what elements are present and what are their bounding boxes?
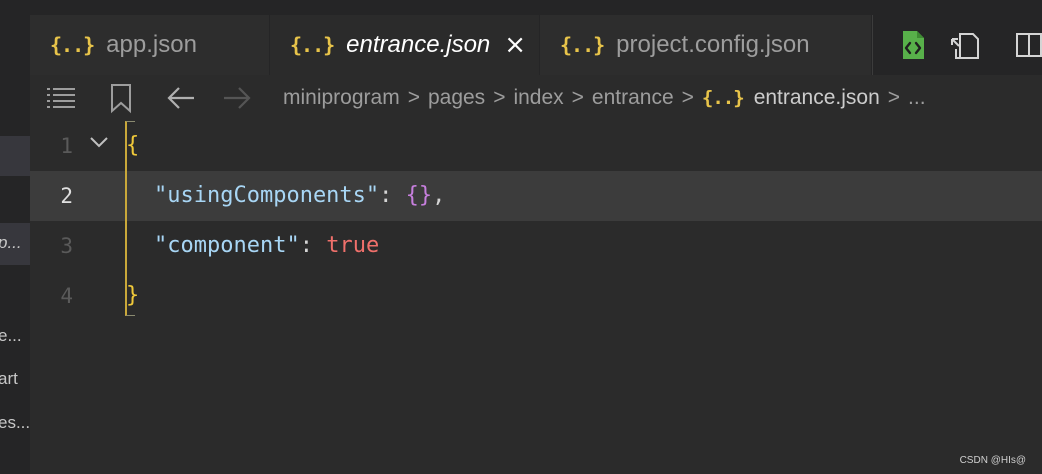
line-number: 3 — [60, 234, 73, 258]
code-text: "component": true — [154, 221, 379, 271]
breadcrumb-separator: > — [887, 86, 901, 109]
json-key: "component" — [154, 233, 300, 258]
tab-app-json[interactable]: {..} app.json — [30, 15, 270, 75]
json-value: {} — [405, 183, 433, 208]
code-line-1[interactable]: 1 { — [30, 121, 1042, 171]
code-line-4[interactable]: 4 } — [30, 271, 1042, 321]
json-comma: , — [432, 183, 446, 208]
breadcrumb-segment[interactable]: miniprogram — [283, 86, 400, 110]
preview-icon[interactable] — [949, 29, 981, 61]
close-icon[interactable]: × — [504, 32, 526, 58]
breadcrumb-separator: > — [407, 86, 420, 109]
tab-label: app.json — [106, 31, 197, 58]
breadcrumb-file[interactable]: entrance.json — [754, 86, 880, 110]
json-file-icon: {..} — [560, 33, 605, 57]
editor-window: p... e... art es... {..} app.json {..} e… — [0, 0, 1042, 474]
json-file-icon: {..} — [290, 33, 335, 57]
breadcrumb: miniprogram > pages > index > entrance >… — [283, 75, 926, 121]
json-value: true — [326, 233, 380, 258]
breadcrumb-separator: > — [571, 86, 584, 109]
code-editor[interactable]: 1 { 2 "usingComponents": {}, 3 "componen… — [30, 121, 1042, 474]
watermark: CSDN @HIs@ — [959, 455, 1026, 466]
explorer-panel-edge: p... e... art es... — [0, 0, 31, 474]
breadcrumb-bar: miniprogram > pages > index > entrance >… — [30, 75, 1042, 121]
breadcrumb-symbols[interactable]: ... — [908, 86, 926, 110]
tab-label: project.config.json — [616, 31, 810, 58]
explorer-row-highlight[interactable] — [0, 136, 30, 176]
forward-arrow-icon[interactable] — [220, 82, 254, 114]
json-colon: : — [379, 183, 406, 208]
explorer-item-fragment[interactable]: p... — [0, 233, 30, 253]
json-colon: : — [299, 233, 327, 258]
line-number: 1 — [60, 134, 73, 158]
back-arrow-icon[interactable] — [164, 82, 198, 114]
chevron-down-icon[interactable] — [88, 131, 110, 153]
open-source-file-icon[interactable] — [897, 29, 929, 61]
breadcrumb-segment[interactable]: entrance — [592, 86, 674, 110]
explorer-item-fragment[interactable]: art — [0, 369, 30, 389]
breadcrumb-separator: > — [681, 86, 694, 109]
editor-actions — [872, 15, 1042, 75]
tab-bar: {..} app.json {..} entrance.json × {..} … — [30, 0, 1042, 75]
bracket-match-guide — [125, 121, 135, 316]
line-number: 4 — [60, 284, 73, 308]
breadcrumb-segment[interactable]: pages — [428, 86, 485, 110]
explorer-item-fragment[interactable]: e... — [0, 326, 30, 346]
tab-project-config-json[interactable]: {..} project.config.json — [540, 15, 872, 75]
explorer-item-fragment[interactable]: es... — [0, 413, 30, 433]
tab-entrance-json[interactable]: {..} entrance.json × — [270, 15, 540, 75]
tab-label: entrance.json — [346, 31, 491, 58]
breadcrumb-segment[interactable]: index — [513, 86, 563, 110]
json-file-icon: {..} — [50, 33, 95, 57]
list-icon[interactable] — [44, 82, 78, 114]
split-editor-icon[interactable] — [1013, 29, 1042, 61]
code-line-3[interactable]: 3 "component": true — [30, 221, 1042, 271]
breadcrumb-separator: > — [493, 86, 506, 109]
line-number: 2 — [60, 184, 73, 208]
json-key: "usingComponents" — [154, 183, 380, 208]
code-line-2[interactable]: 2 "usingComponents": {}, — [30, 171, 1042, 221]
code-text: "usingComponents": {}, — [154, 171, 445, 221]
bookmark-icon[interactable] — [104, 82, 138, 114]
json-file-icon: {..} — [701, 87, 745, 109]
